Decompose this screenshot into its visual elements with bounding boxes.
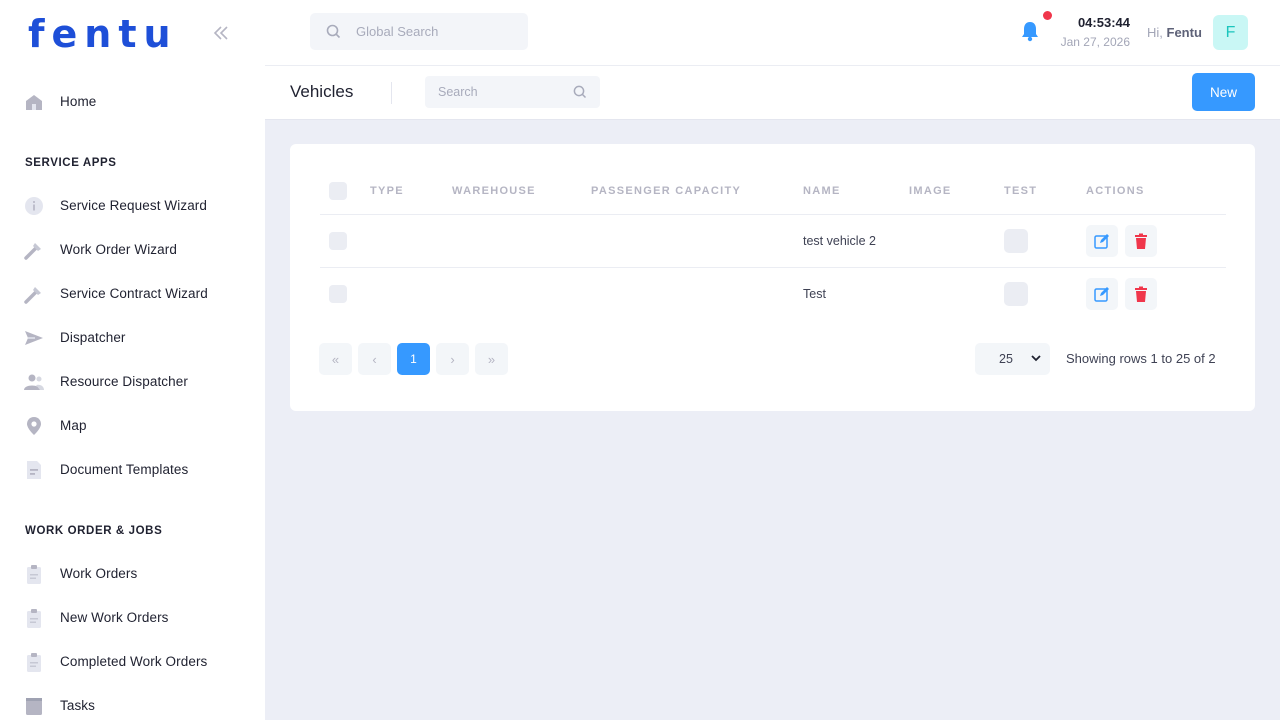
row-checkbox[interactable] — [329, 232, 347, 250]
tasks-icon — [23, 695, 45, 717]
clock-time: 04:53:44 — [1077, 15, 1130, 30]
sidebar-item-label: Work Order Wizard — [60, 241, 177, 257]
double-chevron-left-icon — [213, 26, 228, 40]
sidebar-item-label: Home — [60, 93, 97, 109]
edit-icon — [1094, 287, 1109, 302]
topbar: 04:53:44 Jan 27, 2026 Hi, Fentu F — [265, 0, 1280, 66]
sidebar-item-label: Dispatcher — [60, 329, 126, 345]
first-page-button[interactable]: « — [319, 343, 352, 375]
document-icon — [23, 459, 45, 481]
sidebar-item-completed-work-orders[interactable]: Completed Work Orders — [0, 643, 265, 679]
row-checkbox[interactable] — [329, 285, 347, 303]
map-pin-icon — [23, 415, 45, 437]
sidebar: fentu Home SERVICE APPS Service Request … — [0, 0, 265, 720]
avatar-initial: F — [1225, 23, 1236, 41]
bell-icon — [1022, 22, 1038, 42]
subheader-divider — [391, 82, 392, 104]
wrench-icon — [23, 283, 45, 305]
sidebar-item-label: Service Request Wizard — [60, 197, 208, 213]
sidebar-item-work-order-wizard[interactable]: Work Order Wizard — [0, 231, 265, 267]
page-title: Vehicles — [290, 82, 354, 101]
column-header-name[interactable]: NAME — [803, 185, 841, 197]
home-icon — [23, 91, 45, 113]
column-header-test[interactable]: TEST — [1004, 185, 1037, 197]
column-header-warehouse[interactable]: WAREHOUSE — [452, 185, 536, 197]
sidebar-item-service-request-wizard[interactable]: Service Request Wizard — [0, 187, 265, 223]
new-vehicle-button[interactable]: New — [1192, 73, 1255, 111]
edit-button[interactable] — [1086, 225, 1118, 257]
column-header-actions: ACTIONS — [1086, 185, 1145, 197]
test-checkbox[interactable] — [1004, 282, 1028, 306]
notification-badge — [1043, 11, 1052, 20]
send-icon — [23, 327, 45, 349]
sidebar-item-service-contract-wizard[interactable]: Service Contract Wizard — [0, 275, 265, 311]
subheader: Vehicles New — [265, 66, 1280, 120]
sidebar-item-label: Resource Dispatcher — [60, 373, 188, 389]
trash-icon — [1135, 233, 1147, 249]
rows-per-page-value: 25 — [999, 352, 1013, 366]
search-icon — [326, 24, 341, 39]
delete-button[interactable] — [1125, 278, 1157, 310]
brand-logo[interactable]: fentu — [28, 14, 178, 54]
clipboard-icon — [23, 607, 45, 629]
test-checkbox[interactable] — [1004, 229, 1028, 253]
column-header-image[interactable]: IMAGE — [909, 185, 952, 197]
select-all-checkbox[interactable] — [329, 182, 347, 200]
brand-name: fentu — [28, 12, 178, 56]
prev-page-button[interactable]: ‹ — [358, 343, 391, 375]
delete-button[interactable] — [1125, 225, 1157, 257]
sidebar-item-label: Tasks — [60, 697, 96, 713]
next-page-button[interactable]: › — [436, 343, 469, 375]
row-divider — [320, 267, 1226, 268]
chevron-down-icon — [1031, 355, 1041, 362]
cell-name: Test — [803, 287, 826, 301]
user-greeting[interactable]: Hi, Fentu — [1147, 25, 1202, 40]
column-header-passenger-capacity[interactable]: PASSENGER CAPACITY — [591, 185, 741, 197]
last-page-button[interactable]: » — [475, 343, 508, 375]
notifications-button[interactable] — [1020, 20, 1042, 42]
info-icon — [23, 195, 45, 217]
greeting-text: Hi, — [1147, 25, 1163, 40]
sidebar-item-map[interactable]: Map — [0, 407, 265, 443]
collapse-sidebar-button[interactable] — [210, 22, 232, 44]
edit-icon — [1094, 234, 1109, 249]
list-search[interactable] — [425, 76, 600, 108]
global-search[interactable] — [310, 13, 528, 50]
global-search-input[interactable] — [356, 13, 521, 50]
clipboard-icon — [23, 651, 45, 673]
clipboard-icon — [23, 563, 45, 585]
wrench-icon — [23, 239, 45, 261]
user-name: Fentu — [1166, 25, 1202, 40]
edit-button[interactable] — [1086, 278, 1118, 310]
sidebar-item-dispatcher[interactable]: Dispatcher — [0, 319, 265, 355]
sidebar-item-home[interactable]: Home — [0, 83, 265, 119]
vehicles-table-card: TYPE WAREHOUSE PASSENGER CAPACITY NAME I… — [290, 144, 1255, 411]
rows-per-page-select[interactable]: 25 — [975, 343, 1050, 375]
sidebar-item-label: Work Orders — [60, 565, 138, 581]
trash-icon — [1135, 286, 1147, 302]
sidebar-item-resource-dispatcher[interactable]: Resource Dispatcher — [0, 363, 265, 399]
row-divider — [320, 214, 1226, 215]
list-search-input[interactable] — [438, 76, 568, 108]
clock-date: Jan 27, 2026 — [1060, 35, 1130, 49]
search-icon — [573, 85, 587, 99]
cell-name: test vehicle 2 — [803, 234, 876, 248]
sidebar-item-document-templates[interactable]: Document Templates — [0, 451, 265, 487]
avatar[interactable]: F — [1213, 15, 1248, 50]
sidebar-item-label: Map — [60, 417, 87, 433]
sidebar-item-tasks[interactable]: Tasks — [0, 687, 265, 720]
section-title-work-order-jobs: WORK ORDER & JOBS — [25, 525, 163, 537]
pagination-info: Showing rows 1 to 25 of 2 — [1066, 351, 1216, 366]
page-button-current[interactable]: 1 — [397, 343, 430, 375]
users-icon — [23, 371, 45, 393]
column-header-type[interactable]: TYPE — [370, 185, 404, 197]
sidebar-item-label: Completed Work Orders — [60, 653, 208, 669]
sidebar-item-label: New Work Orders — [60, 609, 169, 625]
section-title-service-apps: SERVICE APPS — [25, 157, 117, 169]
sidebar-item-new-work-orders[interactable]: New Work Orders — [0, 599, 265, 635]
sidebar-item-label: Service Contract Wizard — [60, 285, 208, 301]
sidebar-item-work-orders[interactable]: Work Orders — [0, 555, 265, 591]
sidebar-item-label: Document Templates — [60, 461, 189, 477]
